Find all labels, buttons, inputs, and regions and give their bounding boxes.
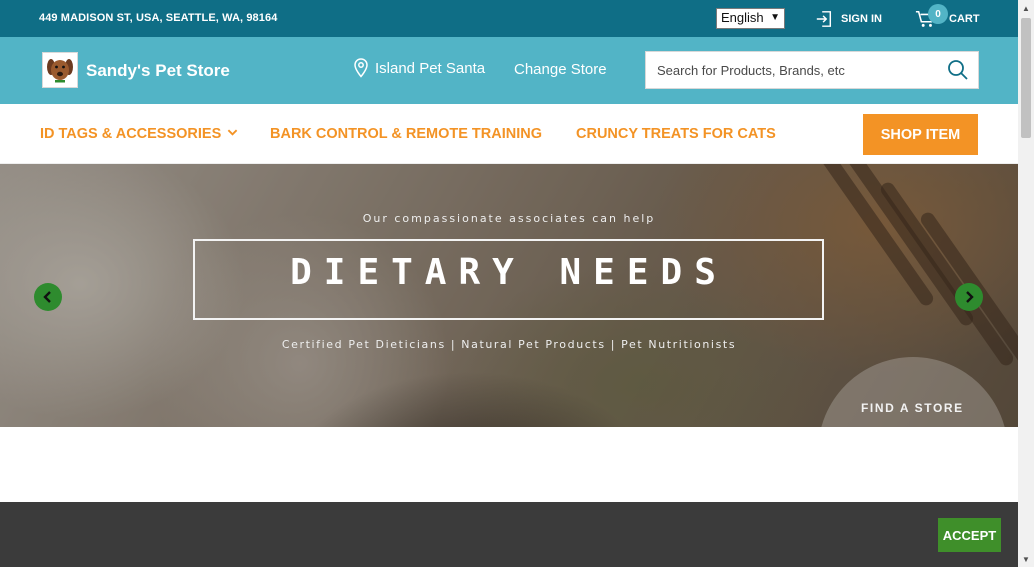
chevron-left-icon: [43, 291, 51, 303]
signin-icon: [816, 11, 832, 27]
carousel-prev-button[interactable]: [34, 283, 62, 311]
brand-logo[interactable]: [42, 52, 78, 88]
dog-logo-icon: [47, 59, 73, 83]
hero-tagline-bottom: Certified Pet Dieticians | Natural Pet P…: [281, 338, 737, 351]
change-store-link[interactable]: Change Store: [514, 61, 607, 78]
signin-label: SIGN IN: [841, 13, 882, 25]
chevron-down-icon: [228, 129, 238, 136]
carousel-next-button[interactable]: [955, 283, 983, 311]
chevron-down-icon: ▼: [770, 12, 780, 23]
store-name: Island Pet Santa: [375, 59, 486, 77]
search-icon[interactable]: [947, 59, 969, 81]
top-bar: 449 MADISON ST, USA, SEATTLE, WA, 98164 …: [0, 0, 1018, 37]
accept-cookies-button[interactable]: ACCEPT: [938, 518, 1001, 552]
nav-item-label: ID TAGS & ACCESSORIES: [40, 126, 222, 142]
language-select[interactable]: English ▼: [716, 8, 785, 29]
hero-tagline-top: Our compassionate associates can help: [362, 212, 656, 225]
store-address: 449 MADISON ST, USA, SEATTLE, WA, 98164: [39, 12, 278, 24]
main-nav: ID TAGS & ACCESSORIES BARK CONTROL & REM…: [0, 104, 1018, 164]
chevron-right-icon: [966, 291, 974, 303]
hero-banner: Our compassionate associates can help DI…: [0, 164, 1018, 427]
brand-name[interactable]: Sandy's Pet Store: [86, 61, 230, 81]
search-box: [645, 51, 979, 89]
brand-bar: Sandy's Pet Store Island Pet Santa Chang…: [0, 37, 1018, 104]
cart-label: CART: [949, 13, 980, 25]
signin-link[interactable]: SIGN IN: [815, 8, 882, 30]
shop-item-button[interactable]: SHOP ITEM: [863, 114, 978, 155]
language-selected: English: [721, 10, 764, 25]
nav-item-cat-treats[interactable]: CRUNCY TREATS FOR CATS: [576, 126, 776, 142]
search-input[interactable]: [646, 52, 936, 88]
cart-count-badge: 0: [928, 4, 948, 24]
scroll-thumb[interactable]: [1021, 18, 1031, 138]
store-location[interactable]: Island Pet Santa: [353, 58, 485, 78]
cookie-consent-bar: ACCEPT: [0, 502, 1018, 567]
scroll-up-icon[interactable]: ▲: [1018, 0, 1034, 16]
scroll-down-icon[interactable]: ▼: [1018, 551, 1034, 567]
cart-link[interactable]: 0 CART: [915, 4, 980, 32]
nav-item-id-tags[interactable]: ID TAGS & ACCESSORIES: [40, 126, 238, 142]
nav-item-bark-control[interactable]: BARK CONTROL & REMOTE TRAINING: [270, 126, 542, 142]
find-store-label: FIND A STORE: [861, 401, 964, 415]
hero-headline: DIETARY NEEDS: [290, 252, 728, 293]
location-pin-icon: [354, 58, 368, 78]
page-scrollbar[interactable]: ▲ ▼: [1018, 0, 1034, 567]
